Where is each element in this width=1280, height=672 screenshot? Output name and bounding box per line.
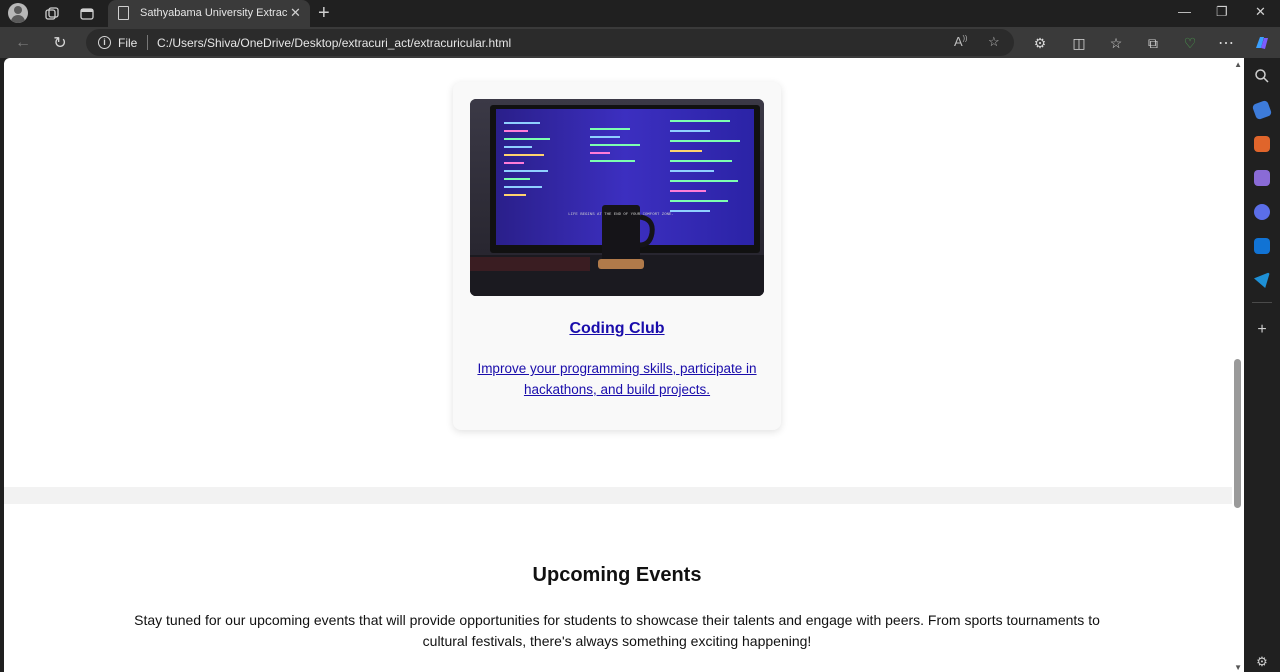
sidebar-divider: [1252, 302, 1272, 303]
close-window-icon[interactable]: ✕: [1255, 4, 1266, 20]
games-icon[interactable]: [1254, 170, 1270, 186]
close-tab-icon[interactable]: ✕: [290, 5, 301, 21]
section-divider-band: [4, 487, 1232, 504]
add-icon[interactable]: +: [1254, 322, 1270, 338]
divider: [147, 35, 148, 50]
profile-avatar[interactable]: [8, 3, 28, 23]
tab-title: Sathyabama University Extracurri: [140, 7, 288, 19]
minimize-icon[interactable]: —: [1178, 4, 1191, 19]
collections-icon[interactable]: ⧉: [1142, 32, 1164, 54]
restore-icon[interactable]: ❐: [1216, 4, 1228, 20]
scroll-up-arrow-icon[interactable]: ▲: [1234, 60, 1242, 69]
more-menu-icon[interactable]: ⋯: [1215, 32, 1237, 54]
document-icon: [118, 6, 129, 20]
shopping-tag-icon[interactable]: [1251, 99, 1273, 121]
card-title-link[interactable]: Coding Club: [453, 320, 781, 338]
file-label: File: [118, 36, 138, 50]
copilot-sidebar-icon[interactable]: [1254, 204, 1270, 220]
read-aloud-icon[interactable]: A)): [954, 34, 967, 49]
url-text[interactable]: C:/Users/Shiva/OneDrive/Desktop/extracur…: [157, 36, 511, 50]
split-screen-icon[interactable]: ◫: [1068, 32, 1090, 54]
new-tab-icon[interactable]: +: [318, 2, 330, 25]
active-tab[interactable]: Sathyabama University Extracurri ✕: [108, 0, 310, 27]
upcoming-events-text: Stay tuned for our upcoming events that …: [134, 612, 1100, 649]
back-icon[interactable]: ←: [12, 32, 34, 54]
mug-text: LIFE BEGINS AT THE END OF YOUR COMFORT Z…: [568, 213, 674, 217]
workspaces-icon[interactable]: [42, 4, 62, 24]
extensions-icon[interactable]: ⚙: [1029, 32, 1051, 54]
card-description-link[interactable]: Improve your programming skills, partici…: [473, 358, 761, 400]
scrollbar[interactable]: ▲ ▼: [1232, 58, 1244, 672]
browser-toolbar: ← ↻ i File C:/Users/Shiva/OneDrive/Deskt…: [0, 27, 1280, 58]
upcoming-events-heading: Upcoming Events: [532, 564, 702, 586]
scrollbar-thumb[interactable]: [1234, 359, 1241, 508]
coding-club-image: LIFE BEGINS AT THE END OF YOUR COMFORT Z…: [470, 99, 764, 296]
tools-briefcase-icon[interactable]: [1254, 136, 1270, 152]
info-icon[interactable]: i: [98, 36, 111, 49]
favorite-star-icon[interactable]: ☆: [988, 34, 1000, 50]
scroll-down-arrow-icon[interactable]: ▼: [1234, 663, 1242, 672]
favorites-icon[interactable]: ☆: [1105, 32, 1127, 54]
settings-gear-icon[interactable]: ⚙: [1254, 654, 1270, 670]
tab-actions-icon[interactable]: [77, 4, 97, 24]
outlook-icon[interactable]: [1254, 238, 1270, 254]
page-viewport: LIFE BEGINS AT THE END OF YOUR COMFORT Z…: [4, 58, 1244, 672]
address-bar[interactable]: i File C:/Users/Shiva/OneDrive/Desktop/e…: [86, 29, 1014, 56]
refresh-icon[interactable]: ↻: [49, 32, 71, 54]
browser-tab-strip: Sathyabama University Extracurri ✕ + — ❐…: [0, 0, 1280, 27]
copilot-icon[interactable]: [1251, 32, 1273, 54]
browser-essentials-icon[interactable]: ♡: [1179, 32, 1201, 54]
edge-sidebar: + ⚙: [1244, 58, 1280, 672]
send-icon[interactable]: [1254, 272, 1270, 288]
club-card[interactable]: LIFE BEGINS AT THE END OF YOUR COMFORT Z…: [453, 82, 781, 430]
search-icon[interactable]: [1254, 68, 1270, 84]
